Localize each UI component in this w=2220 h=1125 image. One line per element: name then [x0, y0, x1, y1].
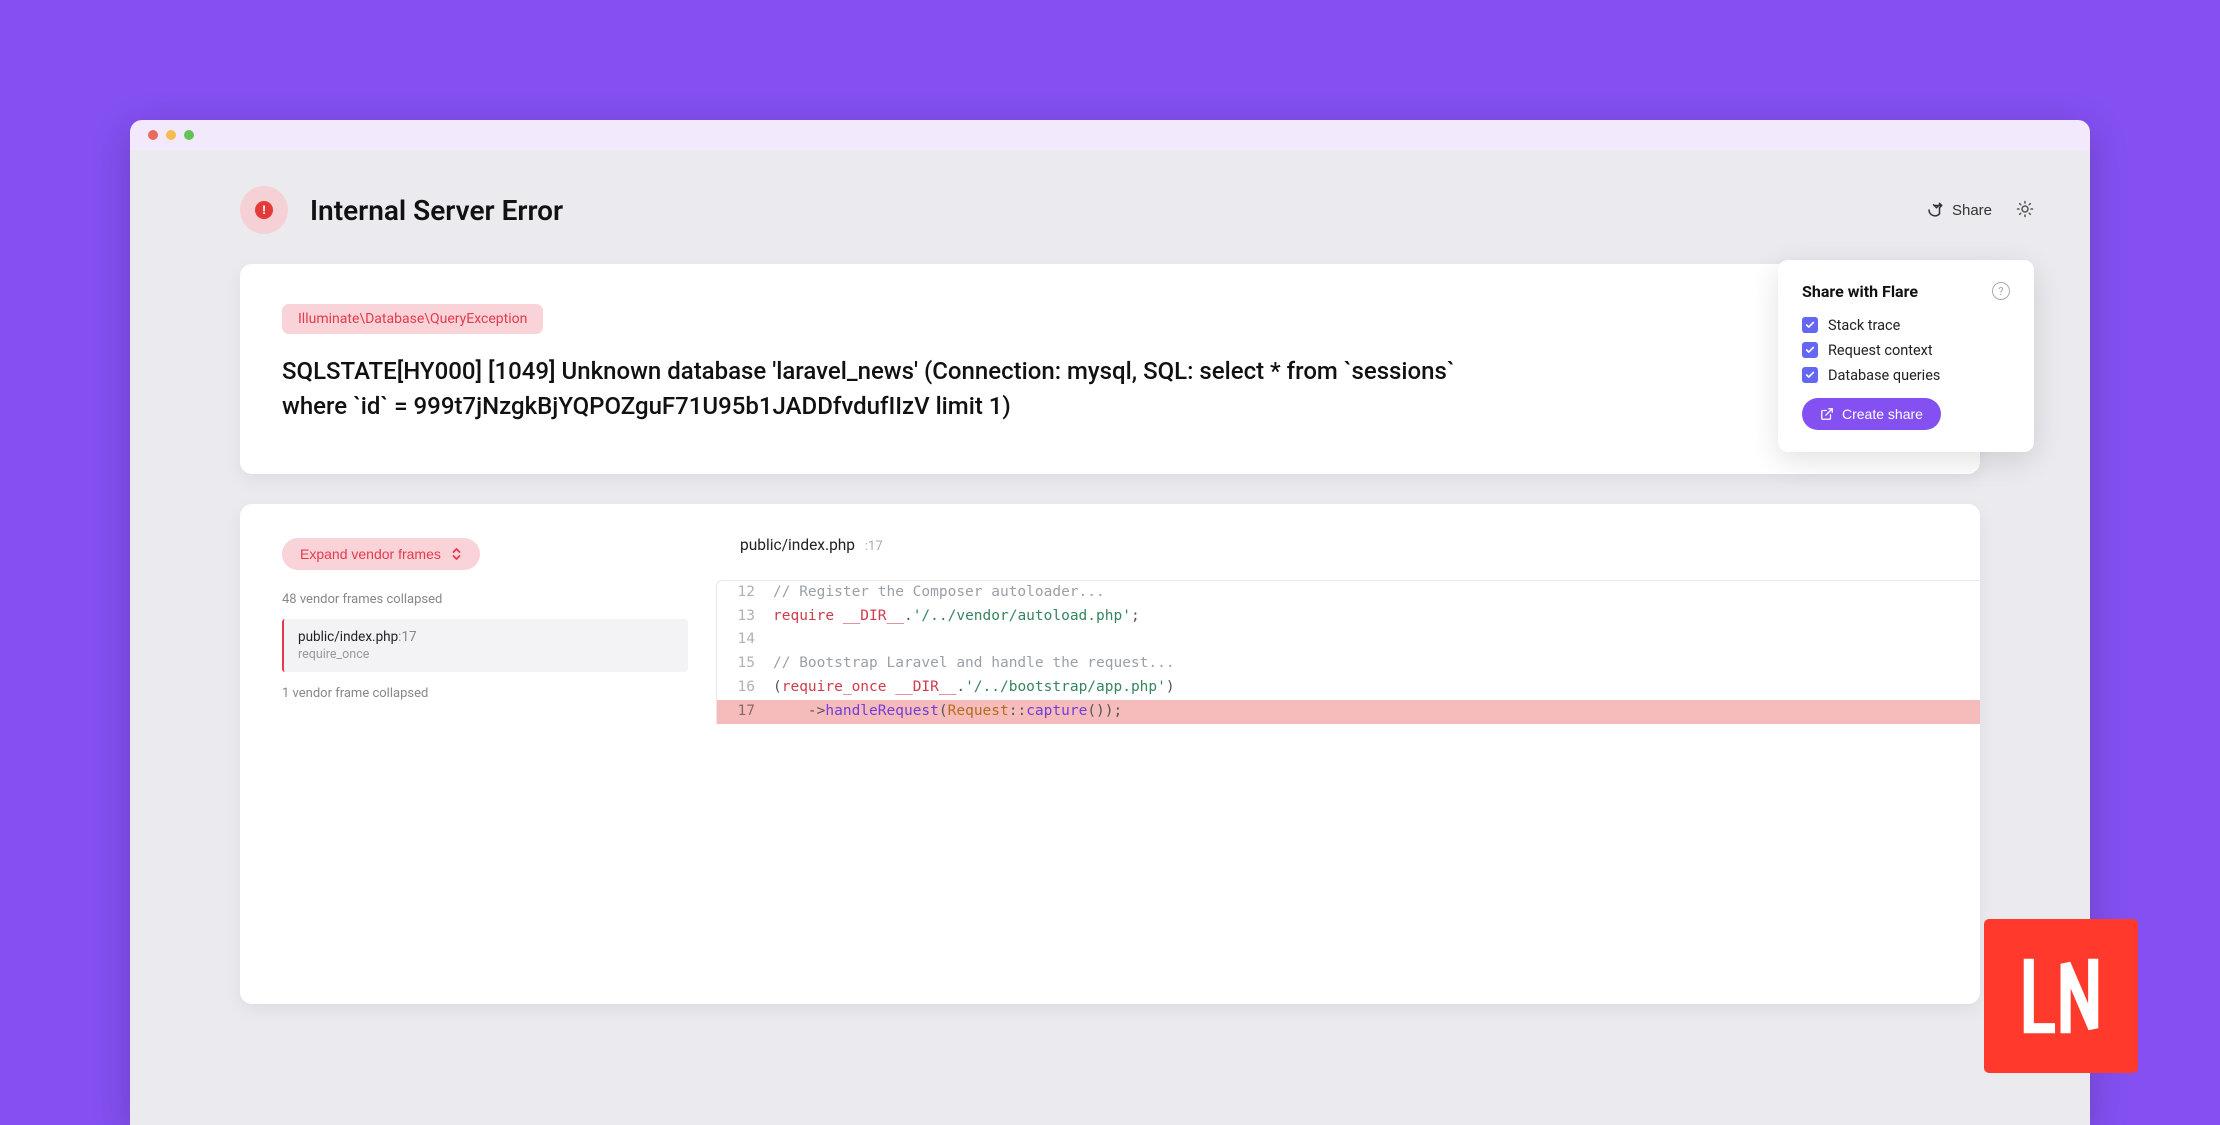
line-number: 14 — [717, 628, 773, 652]
code-line: 13require __DIR__.'/../vendor/autoload.p… — [717, 605, 1980, 629]
window-maximize-button[interactable] — [184, 130, 194, 140]
brand-logo — [1984, 919, 2138, 1073]
share-option-database-queries[interactable]: Database queries — [1802, 367, 2010, 384]
expand-vendor-frames-button[interactable]: Expand vendor frames — [282, 538, 480, 570]
checkbox-checked-icon — [1802, 367, 1818, 383]
share-option-label: Stack trace — [1828, 317, 1900, 334]
line-number: 16 — [717, 676, 773, 700]
code-line: 14 — [717, 628, 1980, 652]
help-icon[interactable]: ? — [1992, 282, 2010, 300]
code-line-highlighted: 17 ->handleRequest(Request::capture()); — [717, 700, 1980, 724]
frames-collapsed-below: 1 vendor frame collapsed — [282, 686, 688, 701]
code-panel: public/index.php :17 12// Register the C… — [716, 504, 1980, 1004]
stack-trace-card: Expand vendor frames 48 vendor frames co… — [240, 504, 1980, 1004]
exception-class[interactable]: Illuminate\Database\QueryException — [282, 304, 543, 334]
page-content: ! Internal Server Error Share Share with… — [130, 150, 2090, 1125]
line-content: // Bootstrap Laravel and handle the requ… — [773, 652, 1980, 676]
share-label: Share — [1952, 202, 1992, 219]
line-content: (require_once __DIR__.'/../bootstrap/app… — [773, 676, 1980, 700]
line-number: 17 — [717, 700, 773, 724]
frame-function: require_once — [298, 647, 674, 662]
create-share-button[interactable]: Create share — [1802, 398, 1941, 430]
line-content: // Register the Composer autoloader... — [773, 581, 1980, 605]
code-file-label: public/index.php :17 — [716, 536, 1980, 554]
traffic-lights — [148, 130, 194, 140]
line-content: require __DIR__.'/../vendor/autoload.php… — [773, 605, 1980, 629]
share-option-label: Database queries — [1828, 367, 1940, 384]
page-title: Internal Server Error — [310, 194, 563, 227]
line-number: 12 — [717, 581, 773, 605]
theme-toggle-button[interactable] — [2012, 196, 2038, 225]
page-header: ! Internal Server Error Share Share with… — [130, 150, 2090, 264]
line-content — [773, 628, 1980, 652]
frames-panel: Expand vendor frames 48 vendor frames co… — [240, 504, 716, 1004]
expand-label: Expand vendor frames — [300, 546, 441, 562]
code-line: 15// Bootstrap Laravel and handle the re… — [717, 652, 1980, 676]
error-badge: ! — [240, 186, 288, 234]
stack-frame-active[interactable]: public/index.php:17 require_once — [282, 619, 688, 672]
share-icon — [1926, 201, 1944, 219]
share-popup-title: Share with Flare — [1802, 282, 1918, 301]
checkbox-checked-icon — [1802, 342, 1818, 358]
frames-collapsed-above: 48 vendor frames collapsed — [282, 592, 688, 607]
browser-window: ! Internal Server Error Share Share with… — [130, 120, 2090, 1125]
window-minimize-button[interactable] — [166, 130, 176, 140]
share-popup: Share with Flare ? Stack trace Request c… — [1778, 260, 2034, 452]
line-content: ->handleRequest(Request::capture()); — [773, 700, 1980, 724]
error-message: SQLSTATE[HY000] [1049] Unknown database … — [282, 354, 1482, 424]
alert-icon: ! — [255, 201, 273, 219]
code-line: 16(require_once __DIR__.'/../bootstrap/a… — [717, 676, 1980, 700]
share-option-label: Request context — [1828, 342, 1933, 359]
sun-icon — [2016, 200, 2034, 218]
ln-logo-icon — [2015, 950, 2107, 1042]
window-close-button[interactable] — [148, 130, 158, 140]
share-option-stack-trace[interactable]: Stack trace — [1802, 317, 2010, 334]
share-button[interactable]: Share — [1926, 201, 1992, 219]
expand-collapse-icon — [451, 547, 462, 561]
code-line: 12// Register the Composer autoloader... — [717, 581, 1980, 605]
frame-file: public/index.php:17 — [298, 629, 674, 645]
line-number: 13 — [717, 605, 773, 629]
code-block: 12// Register the Composer autoloader...… — [716, 580, 1980, 725]
create-share-label: Create share — [1842, 406, 1923, 422]
title-bar — [130, 120, 2090, 150]
error-card: Illuminate\Database\QueryException SQLST… — [240, 264, 1980, 474]
share-option-request-context[interactable]: Request context — [1802, 342, 2010, 359]
line-number: 15 — [717, 652, 773, 676]
checkbox-checked-icon — [1802, 317, 1818, 333]
external-link-icon — [1820, 407, 1834, 421]
